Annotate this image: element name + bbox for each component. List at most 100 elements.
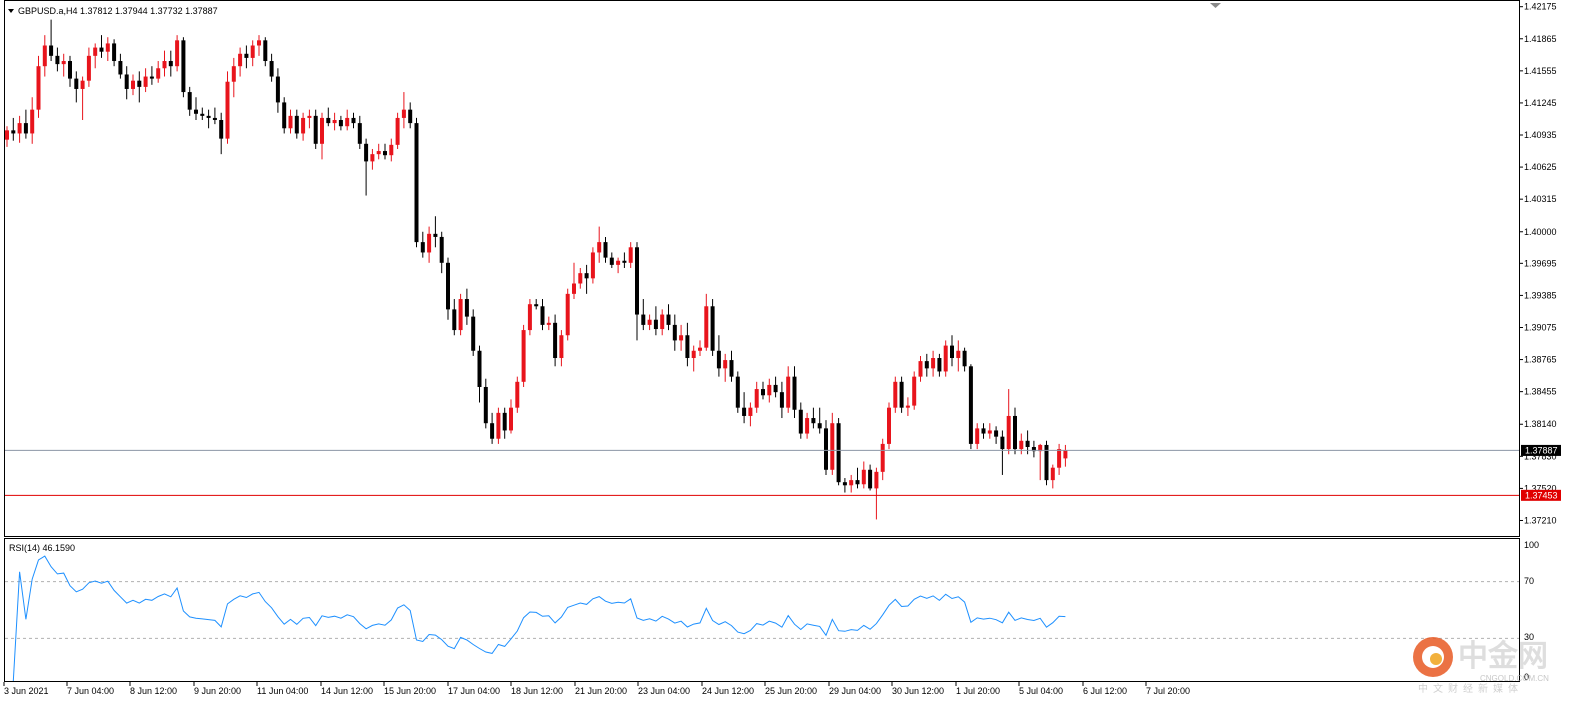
candle-body	[994, 430, 999, 437]
candle-body	[742, 407, 747, 416]
main-panel	[4, 0, 1520, 537]
candle-body	[427, 233, 432, 253]
candle-body	[458, 299, 463, 331]
candle-body	[1050, 467, 1055, 481]
candle	[943, 340, 948, 377]
candle	[521, 324, 526, 387]
candle-body	[893, 381, 898, 408]
candle-body	[836, 423, 841, 483]
candle-body	[534, 304, 539, 307]
candle-body	[943, 345, 948, 372]
candle-body	[395, 117, 400, 145]
price-tick-label: 1.39385	[1524, 290, 1557, 300]
candle-body	[156, 68, 161, 79]
time-tick-label: 9 Jun 20:00	[194, 686, 241, 696]
candle-body	[603, 242, 608, 258]
candle-body	[931, 358, 936, 369]
time-tick-label: 18 Jun 12:00	[511, 686, 563, 696]
candle-body	[112, 43, 117, 62]
candle-body	[238, 53, 243, 67]
time-tick-label: 11 Jun 04:00	[257, 686, 308, 696]
candle-body	[124, 74, 129, 89]
candle	[496, 407, 501, 444]
candle-body	[597, 242, 602, 253]
candle-body	[250, 45, 255, 58]
candle-body	[849, 480, 854, 486]
candle-body	[779, 392, 784, 408]
candle-body	[175, 40, 180, 67]
time-tick-label: 30 Jun 12:00	[892, 686, 944, 696]
candle-body	[805, 418, 810, 434]
candle-body	[168, 61, 173, 67]
watermark-en: CNGOLD.COM.CN	[1480, 674, 1549, 683]
candle-body	[332, 120, 337, 124]
candle-body	[578, 273, 583, 284]
candle	[565, 288, 570, 341]
candle-body	[981, 428, 986, 434]
candle-body	[326, 117, 331, 124]
candle	[912, 371, 917, 410]
candle-body	[11, 130, 16, 134]
candle-body	[653, 319, 658, 330]
candle-body	[924, 361, 929, 369]
candle-body	[36, 66, 41, 110]
price-tick-label: 1.40935	[1524, 130, 1557, 140]
time-tick-label: 25 Jun 20:00	[765, 686, 817, 696]
candle-body	[937, 358, 942, 372]
candle-body	[540, 306, 545, 325]
price-tick-label: 1.38765	[1524, 355, 1557, 365]
candle-body	[1000, 436, 1005, 450]
candle-body	[194, 109, 198, 114]
candle-body	[257, 40, 261, 46]
candle-body	[868, 469, 873, 489]
candle-body	[773, 384, 778, 393]
time-tick-label: 24 Jun 12:00	[702, 686, 754, 696]
candle-body	[842, 482, 847, 486]
candle-body	[502, 412, 507, 431]
candle-body	[187, 92, 192, 110]
candle-body	[181, 40, 186, 93]
candle	[181, 37, 186, 98]
candle-body	[1025, 440, 1030, 448]
candle-body	[817, 423, 822, 429]
candle-body	[824, 428, 828, 470]
candle-body	[42, 45, 47, 67]
candle	[225, 71, 230, 144]
candle-body	[628, 247, 633, 263]
candle-body	[357, 123, 362, 144]
candle-body	[521, 330, 526, 382]
time-tick-label: 17 Jun 04:00	[448, 686, 500, 696]
candle-body	[811, 418, 816, 424]
candle	[836, 418, 841, 486]
candle-body	[609, 257, 614, 265]
candle	[175, 35, 180, 72]
candle	[893, 376, 898, 413]
candle-body	[710, 306, 715, 351]
candle-body	[861, 469, 866, 485]
candle-body	[477, 350, 482, 387]
candle-body	[294, 115, 299, 134]
candle-body	[559, 335, 564, 359]
candle-body	[49, 45, 54, 56]
candle-body	[679, 335, 684, 341]
candle-body	[99, 47, 104, 52]
candle-body	[351, 117, 356, 124]
candle-body	[137, 80, 142, 87]
price-tick-label: 1.38455	[1524, 387, 1557, 397]
time-tick-label: 29 Jun 04:00	[829, 686, 881, 696]
candle-body	[219, 120, 224, 139]
candle-body	[527, 304, 532, 331]
candle-body	[748, 407, 753, 416]
candle-body	[307, 115, 312, 118]
watermark-cn: 中金网	[1458, 639, 1548, 674]
candle-body	[446, 262, 450, 310]
candle-body	[685, 335, 690, 359]
candle-body	[23, 123, 28, 134]
candle-body	[641, 314, 646, 325]
candle-body	[288, 115, 293, 129]
candle-body	[231, 66, 236, 82]
candle	[887, 402, 891, 450]
candle-body	[887, 407, 891, 444]
time-tick-label: 7 Jun 04:00	[67, 686, 114, 696]
candle-body	[433, 233, 438, 237]
